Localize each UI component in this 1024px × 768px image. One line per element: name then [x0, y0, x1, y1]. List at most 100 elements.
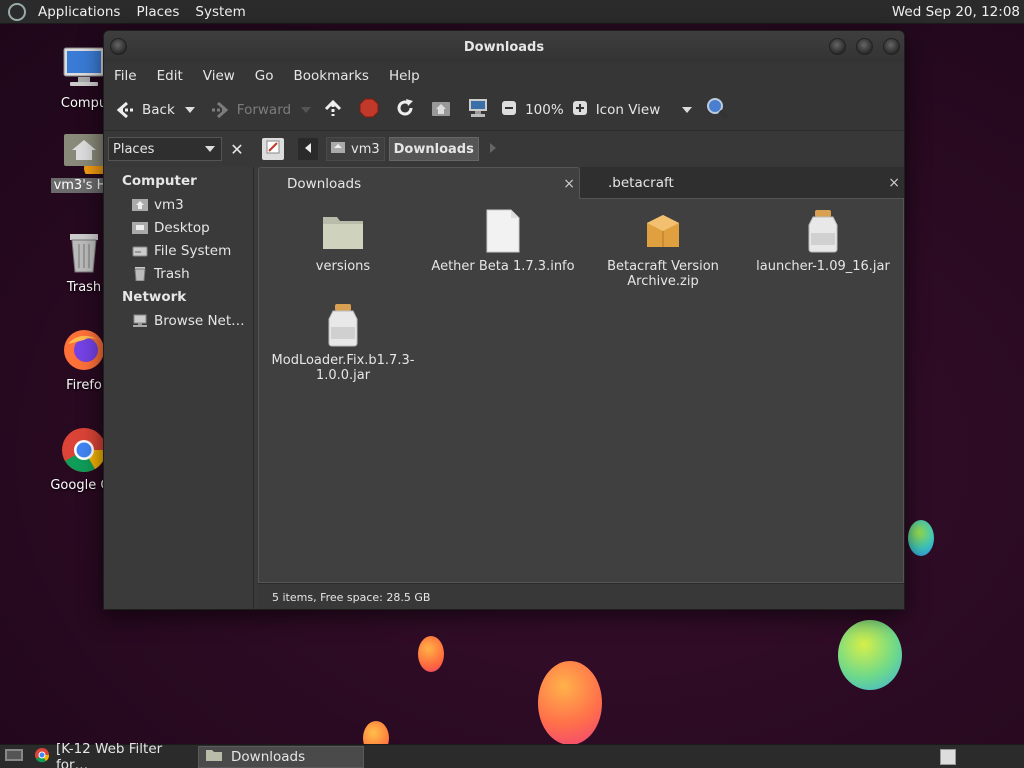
show-desktop-button[interactable]	[0, 746, 28, 768]
tab-downloads[interactable]: Downloads ×	[258, 167, 580, 199]
sidebar-item-browse-network[interactable]: Browse Net…	[104, 309, 253, 332]
folder-icon	[321, 209, 365, 253]
close-icon: ✕	[230, 139, 244, 159]
file-name: versions	[315, 259, 371, 274]
menu-edit[interactable]: Edit	[147, 68, 193, 84]
jar-icon	[801, 209, 845, 253]
firefox-icon	[60, 326, 108, 374]
sidebar-item-label: Browse Net…	[154, 312, 245, 329]
toggle-location-entry-button[interactable]	[262, 138, 284, 160]
home-button[interactable]	[423, 93, 459, 127]
zoom-out-button[interactable]	[497, 93, 521, 127]
maximize-button[interactable]	[856, 38, 873, 55]
text-file-icon	[481, 209, 525, 253]
computer-icon	[467, 98, 489, 122]
drive-icon	[132, 244, 148, 258]
file-name: Aether Beta 1.7.3.info	[431, 259, 575, 274]
menu-bookmarks[interactable]: Bookmarks	[284, 68, 379, 84]
sidebar-item-vm3[interactable]: vm3	[104, 193, 253, 216]
task-label: [K-12 Web Filter for…	[56, 740, 163, 768]
computer-button[interactable]	[459, 93, 497, 127]
path-scroll-right-button[interactable]	[485, 138, 501, 160]
view-mode-label: Icon View	[595, 101, 661, 118]
home-folder-icon	[431, 99, 451, 121]
stop-button[interactable]	[351, 93, 387, 127]
up-button[interactable]	[315, 93, 351, 127]
reload-button[interactable]	[387, 93, 423, 127]
sidebar-item-label: vm3	[154, 196, 184, 213]
wallpaper-bubble	[838, 620, 902, 690]
sidebar-selector[interactable]: Places	[108, 137, 222, 161]
zoom-in-button[interactable]	[568, 93, 592, 127]
top-panel: Applications Places System Wed Sep 20, 1…	[0, 0, 1024, 24]
menu-view[interactable]: View	[193, 68, 245, 84]
file-item[interactable]: versions	[263, 209, 423, 274]
file-item[interactable]: Aether Beta 1.7.3.info	[423, 209, 583, 274]
forward-button[interactable]: Forward	[199, 93, 297, 127]
menu-file[interactable]: File	[104, 68, 147, 84]
trash-icon	[132, 266, 148, 281]
task-downloads[interactable]: Downloads	[198, 745, 364, 768]
tab-close-icon[interactable]: ×	[888, 175, 900, 191]
back-button[interactable]: Back	[104, 93, 181, 127]
wallpaper-bubble	[908, 520, 934, 556]
chevron-down-icon	[205, 142, 215, 157]
back-arrow-icon	[114, 99, 136, 121]
content-area: Downloads × .betacraft × versions Aether…	[258, 167, 904, 609]
path-label: vm3	[351, 141, 380, 157]
path-label: Downloads	[393, 141, 474, 157]
toolbar: Back Forward 100% Icon View	[104, 89, 904, 131]
file-item[interactable]: Betacraft Version Archive.zip	[583, 209, 743, 289]
menu-help[interactable]: Help	[379, 68, 430, 84]
path-scroll-left-button[interactable]	[298, 138, 318, 160]
bottom-panel: [K-12 Web Filter for… Downloads	[0, 741, 1024, 768]
sidebar-item-file-system[interactable]: File System	[104, 239, 253, 262]
sidebar-item-desktop[interactable]: Desktop	[104, 216, 253, 239]
menu-places[interactable]: Places	[128, 0, 187, 24]
stop-icon	[359, 98, 379, 122]
tab-close-icon[interactable]: ×	[563, 176, 575, 192]
back-history-dropdown[interactable]	[181, 93, 199, 127]
sidebar-item-label: Desktop	[154, 219, 210, 236]
wallpaper-bubble	[418, 636, 444, 672]
file-item[interactable]: launcher-1.09_16.jar	[743, 209, 903, 274]
path-button-vm3[interactable]: vm3	[326, 137, 385, 161]
tab-label: .betacraft	[608, 174, 674, 191]
distro-logo-icon[interactable]	[8, 2, 26, 21]
sidebar-item-label: Trash	[154, 265, 190, 282]
sidebar-item-trash[interactable]: Trash	[104, 262, 253, 285]
wallpaper-bubble	[538, 661, 602, 744]
sidebar-selector-label: Places	[113, 141, 155, 157]
close-button[interactable]	[883, 38, 900, 55]
clock[interactable]: Wed Sep 20, 12:08	[892, 4, 1024, 20]
up-arrow-icon	[323, 98, 343, 122]
menu-applications[interactable]: Applications	[30, 0, 128, 24]
trash-icon	[60, 228, 108, 276]
tab-label: Downloads	[287, 175, 362, 192]
forward-history-dropdown[interactable]	[297, 93, 315, 127]
file-name: launcher-1.09_16.jar	[756, 259, 890, 274]
home-folder-icon	[60, 126, 108, 180]
task-browser[interactable]: [K-12 Web Filter for…	[28, 741, 194, 768]
file-item[interactable]: ModLoader.Fix.b1.7.3-1.0.0.jar	[263, 303, 423, 383]
window-titlebar[interactable]: Downloads	[104, 31, 904, 63]
minimize-button[interactable]	[829, 38, 846, 55]
zoom-level[interactable]: 100%	[521, 102, 568, 118]
view-mode-select[interactable]: Icon View	[592, 93, 696, 127]
menubar: File Edit View Go Bookmarks Help	[104, 63, 904, 89]
file-icon-view[interactable]: versions Aether Beta 1.7.3.info Betacraf…	[258, 199, 904, 583]
workspace-switcher[interactable]	[940, 748, 956, 765]
reload-icon	[395, 98, 415, 122]
window-menu-icon[interactable]	[110, 38, 127, 55]
menu-go[interactable]: Go	[245, 68, 284, 84]
search-button[interactable]	[696, 93, 738, 127]
places-sidebar: Computer vm3 Desktop File System Trash N…	[104, 167, 254, 609]
tab-bar: Downloads × .betacraft ×	[258, 167, 904, 199]
search-icon	[706, 97, 728, 123]
forward-label: Forward	[236, 101, 292, 118]
sidebar-heading-network: Network	[122, 289, 187, 305]
tab-betacraft[interactable]: .betacraft ×	[580, 167, 904, 199]
close-sidebar-button[interactable]: ✕	[226, 138, 248, 160]
menu-system[interactable]: System	[187, 0, 253, 24]
path-button-downloads[interactable]: Downloads	[388, 137, 479, 161]
